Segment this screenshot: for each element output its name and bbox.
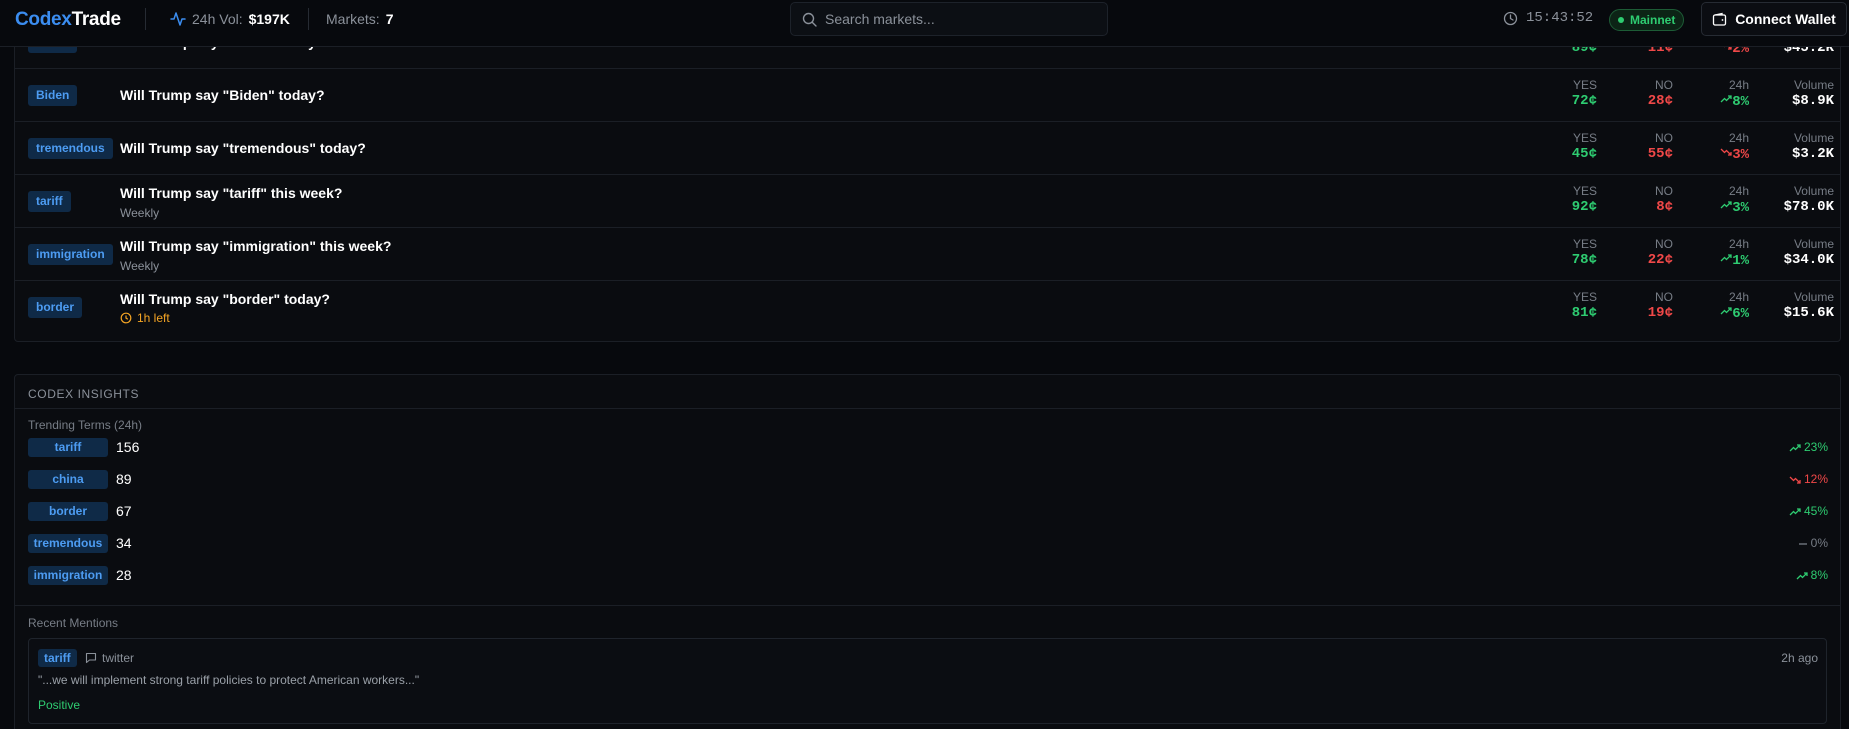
- status-dot-icon: [1618, 17, 1624, 23]
- change-24h: 24h 3%: [1669, 184, 1749, 216]
- yes-price[interactable]: YES 45¢: [1517, 131, 1597, 162]
- yes-price[interactable]: YES 78¢: [1517, 237, 1597, 268]
- network-badge[interactable]: Mainnet: [1609, 9, 1685, 31]
- volume: Volume $78.0K: [1783, 184, 1834, 215]
- no-price[interactable]: NO 22¢: [1593, 237, 1673, 268]
- change-24h: 24h 8%: [1669, 78, 1749, 110]
- market-question[interactable]: Will Trump say "immigration" this week?: [120, 238, 391, 254]
- activity-icon: [170, 12, 186, 26]
- volume-stat: 24h Vol: $197K: [170, 11, 290, 27]
- term-change: 0%: [1798, 534, 1828, 553]
- trending-terms-label: Trending Terms (24h): [28, 418, 143, 432]
- term-tag[interactable]: border: [28, 297, 83, 318]
- markets-table: ChinaWill Trump say "China" today?YES89¢…: [14, 22, 1841, 342]
- clock-icon: [1503, 11, 1518, 25]
- mention-count: 34: [116, 535, 132, 551]
- market-question[interactable]: Will Trump say "Biden" today?: [120, 87, 325, 103]
- trend-up-icon: [1720, 201, 1732, 209]
- volume: Volume $3.2K: [1791, 131, 1834, 162]
- term-tag[interactable]: tariff: [28, 438, 108, 457]
- term-tag[interactable]: tariff: [28, 191, 71, 212]
- trending-term-row[interactable]: tremendous 34 0%: [28, 534, 1828, 556]
- market-row[interactable]: tariff Will Trump say "tariff" this week?…: [15, 175, 1840, 228]
- trend-flat-icon: [1798, 542, 1807, 545]
- divider: [15, 605, 1840, 606]
- yes-price[interactable]: YES 72¢: [1517, 78, 1597, 109]
- yes-price[interactable]: YES 81¢: [1517, 290, 1597, 321]
- market-frequency: Weekly: [120, 259, 160, 273]
- codex-insights-panel: CODEX INSIGHTS Trending Terms (24h) tari…: [14, 374, 1841, 729]
- mention-count: 89: [116, 471, 132, 487]
- search-input[interactable]: [825, 11, 1085, 27]
- market-question[interactable]: Will Trump say "border" today?: [120, 291, 330, 307]
- change-24h: 24h 6%: [1669, 290, 1749, 322]
- change-24h: 24h 3%: [1669, 131, 1749, 163]
- divider: [308, 8, 309, 30]
- mention-count: 156: [116, 439, 140, 455]
- trend-up-icon: [1796, 571, 1808, 579]
- recent-mentions-label: Recent Mentions: [28, 616, 119, 630]
- term-change: 23%: [1789, 438, 1828, 457]
- trend-up-icon: [1789, 443, 1801, 451]
- mention-count: 67: [116, 503, 132, 519]
- search-icon: [802, 12, 817, 27]
- volume: Volume $8.9K: [1791, 78, 1834, 109]
- sentiment-label: Positive: [38, 698, 81, 712]
- trending-term-row[interactable]: immigration 28 8%: [28, 566, 1828, 588]
- trending-term-row[interactable]: china 89 12%: [28, 470, 1828, 492]
- mention-text: "...we will implement strong tariff poli…: [38, 673, 420, 687]
- term-tag[interactable]: tremendous: [28, 138, 113, 159]
- no-price[interactable]: NO 28¢: [1593, 78, 1673, 109]
- volume: Volume $15.6K: [1783, 290, 1834, 321]
- term-tag[interactable]: immigration: [28, 566, 108, 585]
- market-row[interactable]: Biden Will Trump say "Biden" today? YES 72¢…: [15, 69, 1840, 122]
- time-left: 1h left: [120, 311, 170, 325]
- volume: Volume $34.0K: [1783, 237, 1834, 268]
- no-price[interactable]: NO 19¢: [1593, 290, 1673, 321]
- trending-term-row[interactable]: border 67 45%: [28, 502, 1828, 524]
- logo[interactable]: CodexTrade: [15, 9, 121, 31]
- term-tag[interactable]: Biden: [28, 85, 78, 106]
- market-frequency: Weekly: [120, 206, 160, 220]
- connect-wallet-button[interactable]: Connect Wallet: [1701, 2, 1847, 36]
- change-24h: 24h 1%: [1669, 237, 1749, 269]
- trend-down-icon: [1789, 476, 1801, 484]
- no-price[interactable]: NO 8¢: [1593, 184, 1673, 215]
- mention-source: twitter: [85, 651, 134, 665]
- search-box[interactable]: [790, 2, 1108, 36]
- term-tag[interactable]: tariff: [38, 649, 77, 667]
- market-question[interactable]: Will Trump say "tariff" this week?: [120, 185, 342, 201]
- term-tag[interactable]: border: [28, 502, 108, 521]
- yes-price[interactable]: YES 92¢: [1517, 184, 1597, 215]
- top-bar: CodexTrade 24h Vol: $197K Markets: 7 15:…: [0, 0, 1849, 47]
- mention-count: 28: [116, 567, 132, 583]
- clock: 15:43:52: [1503, 10, 1593, 26]
- trend-down-icon: [1720, 148, 1732, 156]
- mention-card[interactable]: tariff twitter 2h ago "...we will implem…: [28, 638, 1827, 724]
- market-row[interactable]: tremendous Will Trump say "tremendous" to…: [15, 122, 1840, 175]
- market-question[interactable]: Will Trump say "tremendous" today?: [120, 140, 366, 156]
- divider: [145, 8, 146, 30]
- term-tag[interactable]: immigration: [28, 244, 113, 265]
- insights-title: CODEX INSIGHTS: [28, 387, 140, 401]
- trend-up-icon: [1720, 95, 1732, 103]
- trend-up-icon: [1720, 307, 1732, 315]
- divider: [15, 408, 1840, 409]
- trend-up-icon: [1720, 254, 1732, 262]
- market-row[interactable]: border Will Trump say "border" today? 1h l…: [15, 281, 1840, 334]
- trend-up-icon: [1789, 507, 1801, 515]
- trending-term-row[interactable]: tariff 156 23%: [28, 438, 1828, 460]
- term-change: 8%: [1796, 566, 1828, 585]
- wallet-icon: [1713, 12, 1727, 26]
- term-change: 12%: [1789, 470, 1828, 489]
- message-icon: [85, 652, 97, 664]
- term-tag[interactable]: china: [28, 470, 108, 489]
- market-row[interactable]: immigration Will Trump say "immigration" …: [15, 228, 1840, 281]
- mention-time: 2h ago: [1781, 651, 1818, 665]
- term-change: 45%: [1789, 502, 1828, 521]
- term-tag[interactable]: tremendous: [28, 534, 108, 553]
- no-price[interactable]: NO 55¢: [1593, 131, 1673, 162]
- markets-stat: Markets: 7: [326, 11, 394, 27]
- clock-icon: [120, 312, 132, 324]
